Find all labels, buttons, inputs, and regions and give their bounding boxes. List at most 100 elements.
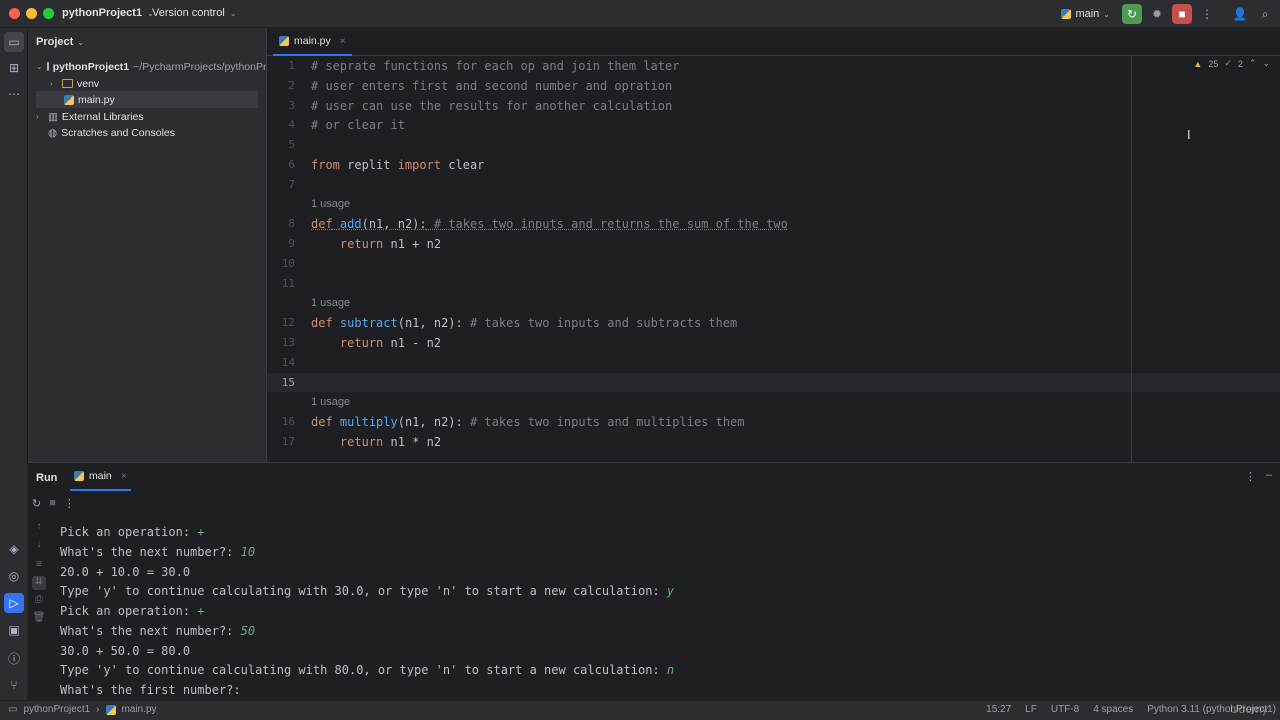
breadcrumb-file[interactable]: main.py [122,704,157,715]
folder-icon [62,79,73,88]
console-input-prompt[interactable]: What's the first number?: [60,683,241,697]
caret-position[interactable]: 15:27 [986,704,1011,715]
expression: n1 + n2 [383,237,442,251]
python-icon [1061,9,1072,19]
project-panel-title: Project [36,36,74,48]
kebab-icon[interactable]: ⋮ [64,497,75,510]
maximize-window-button[interactable] [43,8,54,19]
line-number: 4 [288,118,295,131]
code-line-2: # user enters first and second number an… [311,79,673,93]
run-config-label: main [1075,8,1100,20]
soft-wrap-icon[interactable]: ≡ [32,559,46,573]
line-number: 10 [281,257,295,270]
line-number: 9 [288,237,295,250]
close-icon[interactable]: × [121,471,127,482]
code-line-12: def subtract(n1, n2): # takes two inputs… [311,315,737,331]
run-tab-main[interactable]: main × [70,463,131,491]
git-tool-button[interactable]: ⑂ [4,675,24,695]
function-name: subtract [339,316,398,330]
python-console-button[interactable]: ◎ [4,566,24,586]
keyword: def [311,415,333,429]
version-control-menu[interactable]: Version control ⌄ [152,7,236,19]
tree-item-scratches[interactable]: ◍ Scratches and Consoles [48,124,175,141]
chevron-down-icon: ⌄ [229,8,237,18]
rerun-button[interactable]: ↻ [1122,4,1142,24]
run-toolbar: ↻ ■ ⋮ [28,493,75,513]
terminal-tool-button[interactable]: ▣ [4,620,24,640]
structure-tool-button[interactable]: ⊞ [4,58,24,78]
keyword: return [339,237,384,251]
tree-item-project-root[interactable]: ⌄ pythonProject1 ~/PycharmProjects/pytho… [36,58,266,75]
ellipsis-icon: ⋯ [8,87,20,101]
project-panel-header[interactable]: Project ⌄ [36,36,84,48]
folder-icon: ▭ [8,704,18,715]
run-tab-label: main [89,470,112,482]
python-packages-button[interactable]: ◈ [4,539,24,559]
function-name: add [339,217,362,231]
tree-item-label: Scratches and Consoles [61,126,175,139]
console-output-line: Pick an operation: + [60,525,205,539]
console-output-line: Pick an operation: + [60,604,205,618]
project-tool-button[interactable]: ▭ [4,32,24,52]
terminal-icon: ▣ [8,623,20,637]
run-tool-button[interactable]: ▷ [4,593,24,613]
stop-button[interactable]: ■ [1172,4,1192,24]
user-icon: 👤 [1232,7,1248,21]
keyword: return [339,435,384,446]
code-line-8: def add(n1, n2): # takes two inputs and … [311,216,788,232]
search-everywhere-button[interactable]: ⌕ [1255,4,1275,24]
inspection-widget[interactable]: ▲ 25 ✓ 2 ⌃ ⌄ [1193,58,1270,69]
more-actions-button[interactable]: ⋮ [1197,4,1217,24]
comment: # takes two inputs and subtracts them [462,316,738,330]
problems-tool-button[interactable]: ⓘ [4,648,24,668]
tree-item-label: main.py [78,93,115,106]
keyword: def [311,316,333,330]
tree-item-venv[interactable]: › venv [50,75,99,92]
code-line-9: return n1 + n2 [311,236,441,252]
run-config-selector[interactable]: main ⌄ [1061,8,1110,20]
breadcrumb-project[interactable]: pythonProject1 [23,704,90,715]
debug-button[interactable]: ✹ [1147,4,1167,24]
chevron-down-icon[interactable]: ⌄ [1262,58,1270,69]
python-file-icon [105,704,116,715]
line-number: 17 [281,435,295,448]
minimize-window-button[interactable] [26,8,37,19]
account-button[interactable]: 👤 [1230,4,1250,24]
print-icon[interactable]: ⎙ [32,594,46,608]
usage-hint[interactable]: 1 usage [311,198,350,210]
line-ending[interactable]: LF [1025,704,1037,715]
project-switcher[interactable]: pythonProject1 ⌄ [62,7,154,19]
stop-icon[interactable]: ■ [49,497,56,509]
more-tools-button[interactable]: ⋯ [4,84,24,104]
chevron-down-icon: ⌄ [36,62,43,71]
line-number-current: 15 [281,376,295,389]
minimize-icon[interactable]: – [1266,469,1272,481]
tab-label: main.py [294,35,331,47]
kebab-icon[interactable]: ⋮ [1245,470,1256,483]
module-name: replit [339,158,398,172]
code-line-1: # seprate functions for each op and join… [311,59,680,73]
mouse-cursor-icon: I [1187,127,1191,142]
code-editor[interactable]: main.py × ▲ 25 ✓ 2 ⌃ ⌄ 1 2 3 4 5 6 7 8 9… [266,28,1280,462]
usage-hint[interactable]: 1 usage [311,396,350,408]
chevron-right-icon: › [96,704,100,715]
close-icon[interactable]: × [340,36,346,47]
tab-main-py[interactable]: main.py × [273,28,352,56]
code-line-17: return n1 * n2 [311,434,441,446]
tree-item-external-libraries[interactable]: › ▥ External Libraries [36,108,144,125]
tree-item-main-py[interactable]: main.py [36,91,258,108]
trash-icon[interactable]: 🗑 [32,612,46,626]
usage-hint[interactable]: 1 usage [311,297,350,309]
close-window-button[interactable] [9,8,20,19]
indent-setting[interactable]: 4 spaces [1093,704,1133,715]
signature: (n1, n2): [397,415,463,429]
library-icon: ▥ [48,110,58,123]
arrow-up-icon[interactable]: ↑ [32,521,46,535]
line-number: 3 [288,99,295,112]
chevron-up-icon[interactable]: ⌃ [1249,58,1257,69]
run-panel-header: Run main × ⋮ – [28,463,1280,491]
arrow-down-icon[interactable]: ↓ [32,539,46,553]
scroll-to-end-icon[interactable]: ⇊ [32,576,46,590]
file-encoding[interactable]: UTF-8 [1051,704,1079,715]
rerun-icon[interactable]: ↻ [32,497,41,510]
